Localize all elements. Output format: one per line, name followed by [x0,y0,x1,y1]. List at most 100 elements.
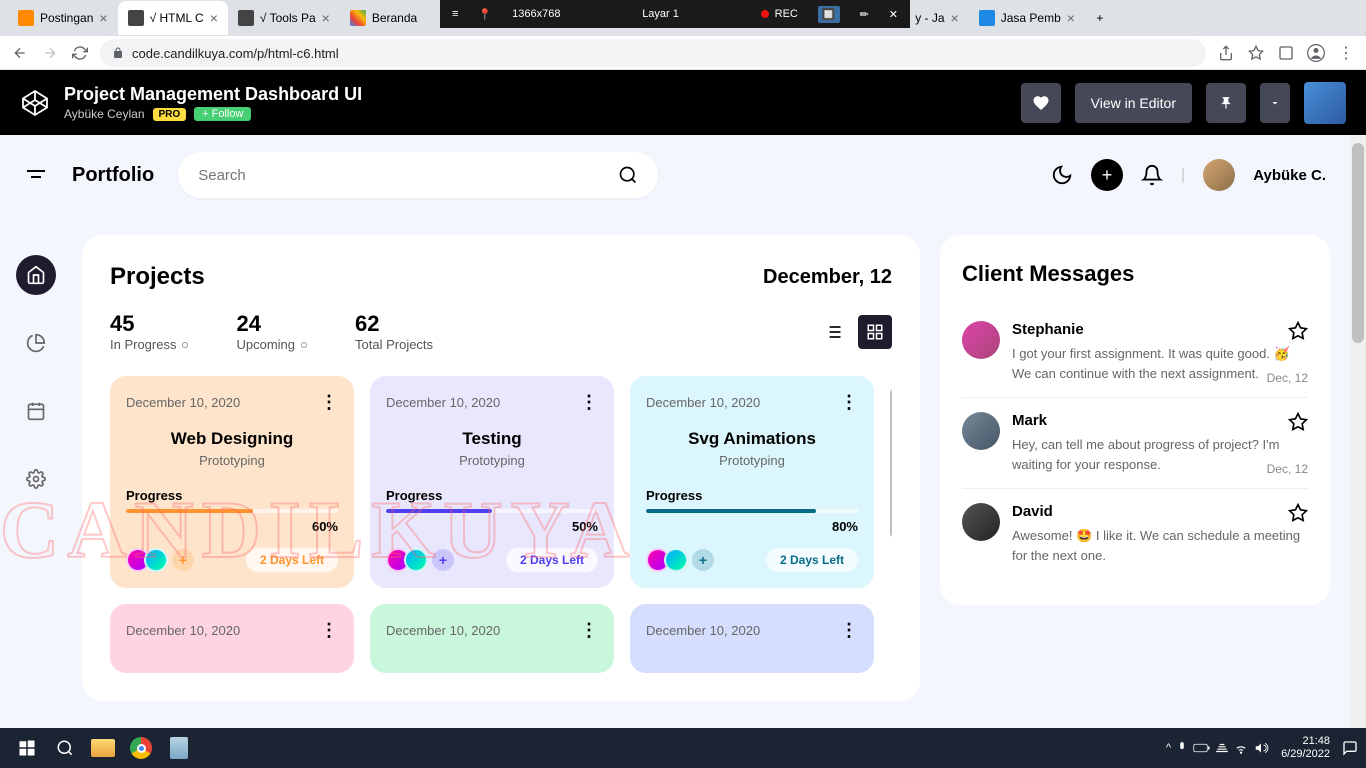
add-button[interactable]: + [1091,159,1123,191]
tray-network-icon[interactable] [1215,741,1229,755]
project-card[interactable]: December 10, 2020⋮ [110,604,354,673]
add-participant-button[interactable]: + [432,549,454,571]
dropdown-button[interactable] [1260,83,1290,123]
card-date: December 10, 2020 [386,395,500,410]
browser-tab[interactable]: Postingan× [8,1,118,35]
star-icon[interactable] [1288,503,1308,523]
heart-button[interactable] [1021,83,1061,123]
bell-icon[interactable] [1141,164,1163,186]
message-item[interactable]: Stephanie I got your first assignment. I… [962,307,1308,398]
list-view-button[interactable] [816,315,850,349]
tray-battery-icon[interactable] [1193,741,1211,755]
more-icon[interactable]: ⋮ [840,392,858,413]
pin-button[interactable] [1206,83,1246,123]
stat-total: 62Total Projects [355,311,433,352]
progress-bar [646,509,858,513]
recorder-tool-icon[interactable]: 🔲 [818,6,840,23]
grid-view-button[interactable] [858,315,892,349]
close-icon[interactable]: × [210,10,218,26]
project-card[interactable]: December 10, 2020⋮TestingPrototypingProg… [370,376,614,588]
tray-wifi-icon[interactable] [1233,741,1249,755]
nav-settings[interactable] [16,459,56,499]
follow-button[interactable]: + Follow [194,107,251,121]
nav-chart[interactable] [16,323,56,363]
share-icon[interactable] [1216,43,1236,63]
more-icon[interactable]: ⋮ [840,620,858,641]
left-nav [0,255,72,499]
search-box[interactable] [178,152,658,198]
chrome-icon[interactable] [122,729,160,767]
close-icon[interactable]: × [1067,10,1075,26]
notepad-icon[interactable] [160,729,198,767]
card-date: December 10, 2020 [646,395,760,410]
project-card[interactable]: December 10, 2020⋮Web DesigningPrototypi… [110,376,354,588]
card-date: December 10, 2020 [126,395,240,410]
scrollbar[interactable] [1350,135,1366,728]
pin-icon[interactable]: 📍 [478,8,492,21]
add-participant-button[interactable]: + [172,549,194,571]
browser-tab[interactable]: √ Tools Pa× [228,1,340,35]
participant-avatars: + [126,548,194,572]
message-item[interactable]: Mark Hey, can tell me about progress of … [962,398,1308,489]
close-icon[interactable]: × [99,10,107,26]
browser-tab-active[interactable]: √ HTML C× [118,1,228,35]
user-avatar[interactable] [1304,82,1346,124]
browser-tab[interactable]: Jasa Pemb× [969,1,1085,35]
cards-scrollbar[interactable] [890,388,892,538]
progress-percent: 80% [646,519,858,534]
nav-calendar[interactable] [16,391,56,431]
view-in-editor-button[interactable]: View in Editor [1075,83,1192,123]
reload-button[interactable] [70,43,90,63]
star-icon[interactable] [1288,412,1308,432]
tray-mic-icon[interactable] [1175,741,1189,755]
hamburger-icon[interactable] [24,163,48,187]
project-card[interactable]: December 10, 2020⋮Svg AnimationsPrototyp… [630,376,874,588]
search-button[interactable] [46,729,84,767]
message-date: Dec, 12 [1267,462,1308,476]
message-sender: David [1012,503,1308,520]
lock-icon [112,47,124,59]
close-icon[interactable]: × [951,10,959,26]
search-icon[interactable] [618,165,638,185]
app-user-name: Aybüke C. [1253,167,1326,184]
menu-icon[interactable]: ⋮ [1336,43,1356,63]
pen-author[interactable]: Aybüke Ceylan [64,107,145,121]
add-participant-button[interactable]: + [692,549,714,571]
taskbar-clock[interactable]: 21:486/29/2022 [1273,735,1338,761]
recorder-close-icon[interactable]: ✕ [889,8,898,21]
extension-icon[interactable] [1276,43,1296,63]
more-icon[interactable]: ⋮ [580,620,598,641]
search-input[interactable] [198,167,618,184]
more-icon[interactable]: ⋮ [320,620,338,641]
close-icon[interactable]: × [322,10,330,26]
app-user-avatar[interactable] [1203,159,1235,191]
more-icon[interactable]: ⋮ [320,392,338,413]
browser-tab[interactable]: y - Ja× [905,1,969,35]
more-icon[interactable]: ⋮ [580,392,598,413]
tray-chevron-icon[interactable]: ^ [1166,742,1171,754]
start-button[interactable] [8,729,46,767]
pencil-icon[interactable]: ✏ [860,8,869,21]
message-avatar [962,503,1000,541]
notifications-icon[interactable] [1342,740,1358,756]
project-card[interactable]: December 10, 2020⋮ [630,604,874,673]
browser-tab[interactable]: Beranda [340,1,427,35]
windows-taskbar: ^ 21:486/29/2022 [0,728,1366,768]
address-bar: code.candilkuya.com/p/html-c6.html ⋮ [0,36,1366,70]
message-sender: Mark [1012,412,1308,429]
progress-bar [386,509,598,513]
url-input[interactable]: code.candilkuya.com/p/html-c6.html [100,39,1206,67]
moon-icon[interactable] [1051,164,1073,186]
forward-button[interactable] [40,43,60,63]
project-card[interactable]: December 10, 2020⋮ [370,604,614,673]
explorer-icon[interactable] [84,729,122,767]
nav-home[interactable] [16,255,56,295]
message-item[interactable]: David Awesome! 🤩 I like it. We can sched… [962,489,1308,579]
new-tab-button[interactable]: + [1085,1,1115,35]
star-icon[interactable] [1288,321,1308,341]
profile-icon[interactable] [1306,43,1326,63]
bookmark-icon[interactable] [1246,43,1266,63]
recorder-menu-icon[interactable]: ≡ [452,8,458,20]
tray-volume-icon[interactable] [1253,741,1269,755]
back-button[interactable] [10,43,30,63]
